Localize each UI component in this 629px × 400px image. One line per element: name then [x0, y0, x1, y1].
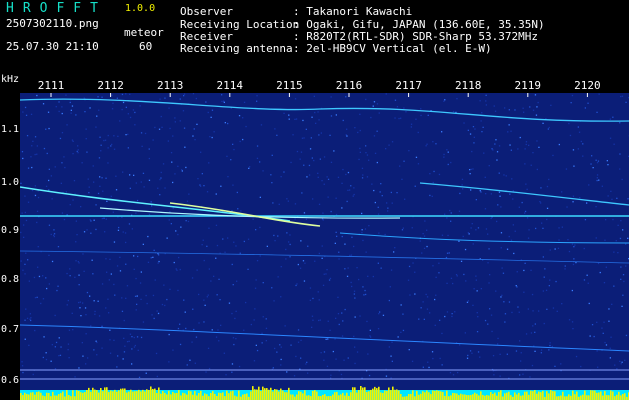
x-tick-label: 2115 — [276, 79, 303, 92]
y-axis: kHz 1.1 1.0 0.9 0.8 0.7 0.6 — [0, 72, 20, 400]
app-version: 1.0.0 — [125, 3, 156, 14]
y-tick-label: 0.6 — [1, 375, 19, 386]
x-axis: 2111 2112 2113 2114 2115 2116 2117 2118 2119 2120 — [20, 77, 629, 93]
y-tick-label: 0.8 — [1, 274, 19, 285]
y-tick-label: 0.7 — [1, 324, 19, 335]
x-tick-label: 2117 — [395, 79, 422, 92]
antenna-label: Receiving antenna — [180, 42, 293, 55]
file-datetime: 25.07.30 21:10 — [6, 40, 99, 53]
y-tick-label: 1.1 — [1, 124, 19, 135]
app-name: HROFFT — [6, 1, 107, 16]
signal-trace — [20, 324, 629, 352]
signal-trace — [419, 182, 629, 206]
activity-strip — [20, 386, 629, 400]
x-tick-label: 2120 — [574, 79, 601, 92]
antenna-value: : 2el-HB9CV Vertical (el. E-W) — [293, 42, 492, 55]
y-unit-label: kHz — [1, 74, 19, 85]
x-tick-label: 2116 — [336, 79, 363, 92]
signal-trace — [339, 232, 629, 244]
observer-label: Observer — [180, 5, 233, 18]
noise-speckle — [20, 93, 629, 380]
x-tick-label: 2112 — [97, 79, 124, 92]
x-tick-label: 2119 — [515, 79, 542, 92]
x-tick-label: 2111 — [38, 79, 65, 92]
detection-label: meteor — [124, 26, 164, 39]
x-tick-label: 2118 — [455, 79, 482, 92]
detection-count: 60 — [139, 40, 153, 53]
file-name: 2507302110.png — [6, 17, 99, 30]
spectrogram-plot — [20, 93, 629, 400]
y-tick-label: 0.9 — [1, 225, 19, 236]
y-tick-label: 1.0 — [1, 177, 19, 188]
x-tick-label: 2114 — [217, 79, 244, 92]
observer-value: : Takanori Kawachi — [293, 5, 413, 18]
x-tick-label: 2113 — [157, 79, 184, 92]
